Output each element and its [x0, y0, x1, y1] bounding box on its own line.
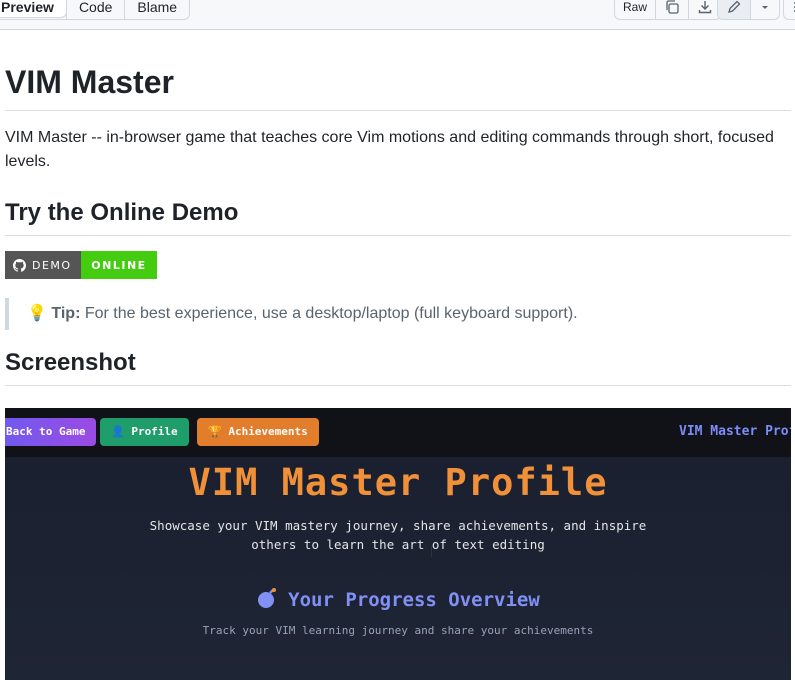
- tab-preview[interactable]: Preview: [0, 0, 67, 18]
- outline-button[interactable]: [783, 0, 795, 20]
- edit-actions: [717, 0, 780, 20]
- tip-text: For the best experience, use a desktop/l…: [84, 305, 578, 322]
- tab-blame[interactable]: Blame: [124, 0, 189, 19]
- bomb-icon: [256, 587, 278, 614]
- pencil-icon[interactable]: [718, 0, 750, 19]
- screenshot-heading: Screenshot: [5, 348, 791, 386]
- copy-icon[interactable]: [655, 0, 688, 19]
- back-to-game-button: Back to Game: [5, 418, 97, 446]
- page-title: VIM Master: [5, 64, 791, 111]
- readme-description: VIM Master -- in-browser game that teach…: [5, 129, 774, 170]
- achievements-button: 🏆 Achievements: [197, 418, 319, 446]
- list-icon: [784, 0, 795, 19]
- badge-right-label: ONLINE: [81, 251, 157, 279]
- profile-subtitle: Showcase your VIM mastery journey, share…: [149, 518, 647, 552]
- demo-heading: Try the Online Demo: [5, 198, 791, 236]
- readme-content: VIM Master VIM Master -- in-browser game…: [5, 30, 791, 386]
- progress-heading-text: Your Progress Overview: [288, 589, 540, 611]
- screenshot-brand: VIM Master Prof: [679, 424, 791, 439]
- profile-button: 👤 Profile: [100, 418, 189, 446]
- screenshot-navbar: Back to Game 👤 Profile 🏆 Achievements VI…: [5, 408, 791, 457]
- progress-subtext: Track your VIM learning journey and shar…: [202, 624, 594, 637]
- lightbulb-icon: 💡: [27, 305, 47, 322]
- view-mode-tabs: Preview Code Blame: [0, 0, 191, 20]
- demo-online-badge[interactable]: DEMO ONLINE: [5, 251, 157, 279]
- tip-label: Tip:: [51, 305, 81, 322]
- tab-code[interactable]: Code: [65, 0, 124, 19]
- profile-title: VIM Master Profile: [188, 461, 608, 504]
- github-icon: [13, 258, 26, 272]
- progress-heading: Your Progress Overview: [5, 587, 791, 614]
- file-actions: Raw: [614, 0, 723, 20]
- chevron-down-icon[interactable]: [750, 0, 779, 19]
- text-cursor: [431, 546, 432, 557]
- file-toolbar: Preview Code Blame Raw: [0, 0, 795, 30]
- badge-left-label: DEMO: [32, 258, 72, 272]
- tip-blockquote: 💡 Tip: For the best experience, use a de…: [5, 298, 791, 330]
- raw-button[interactable]: Raw: [615, 0, 655, 19]
- badge-left: DEMO: [5, 251, 81, 279]
- game-screenshot: Back to Game 👤 Profile 🏆 Achievements VI…: [5, 408, 791, 680]
